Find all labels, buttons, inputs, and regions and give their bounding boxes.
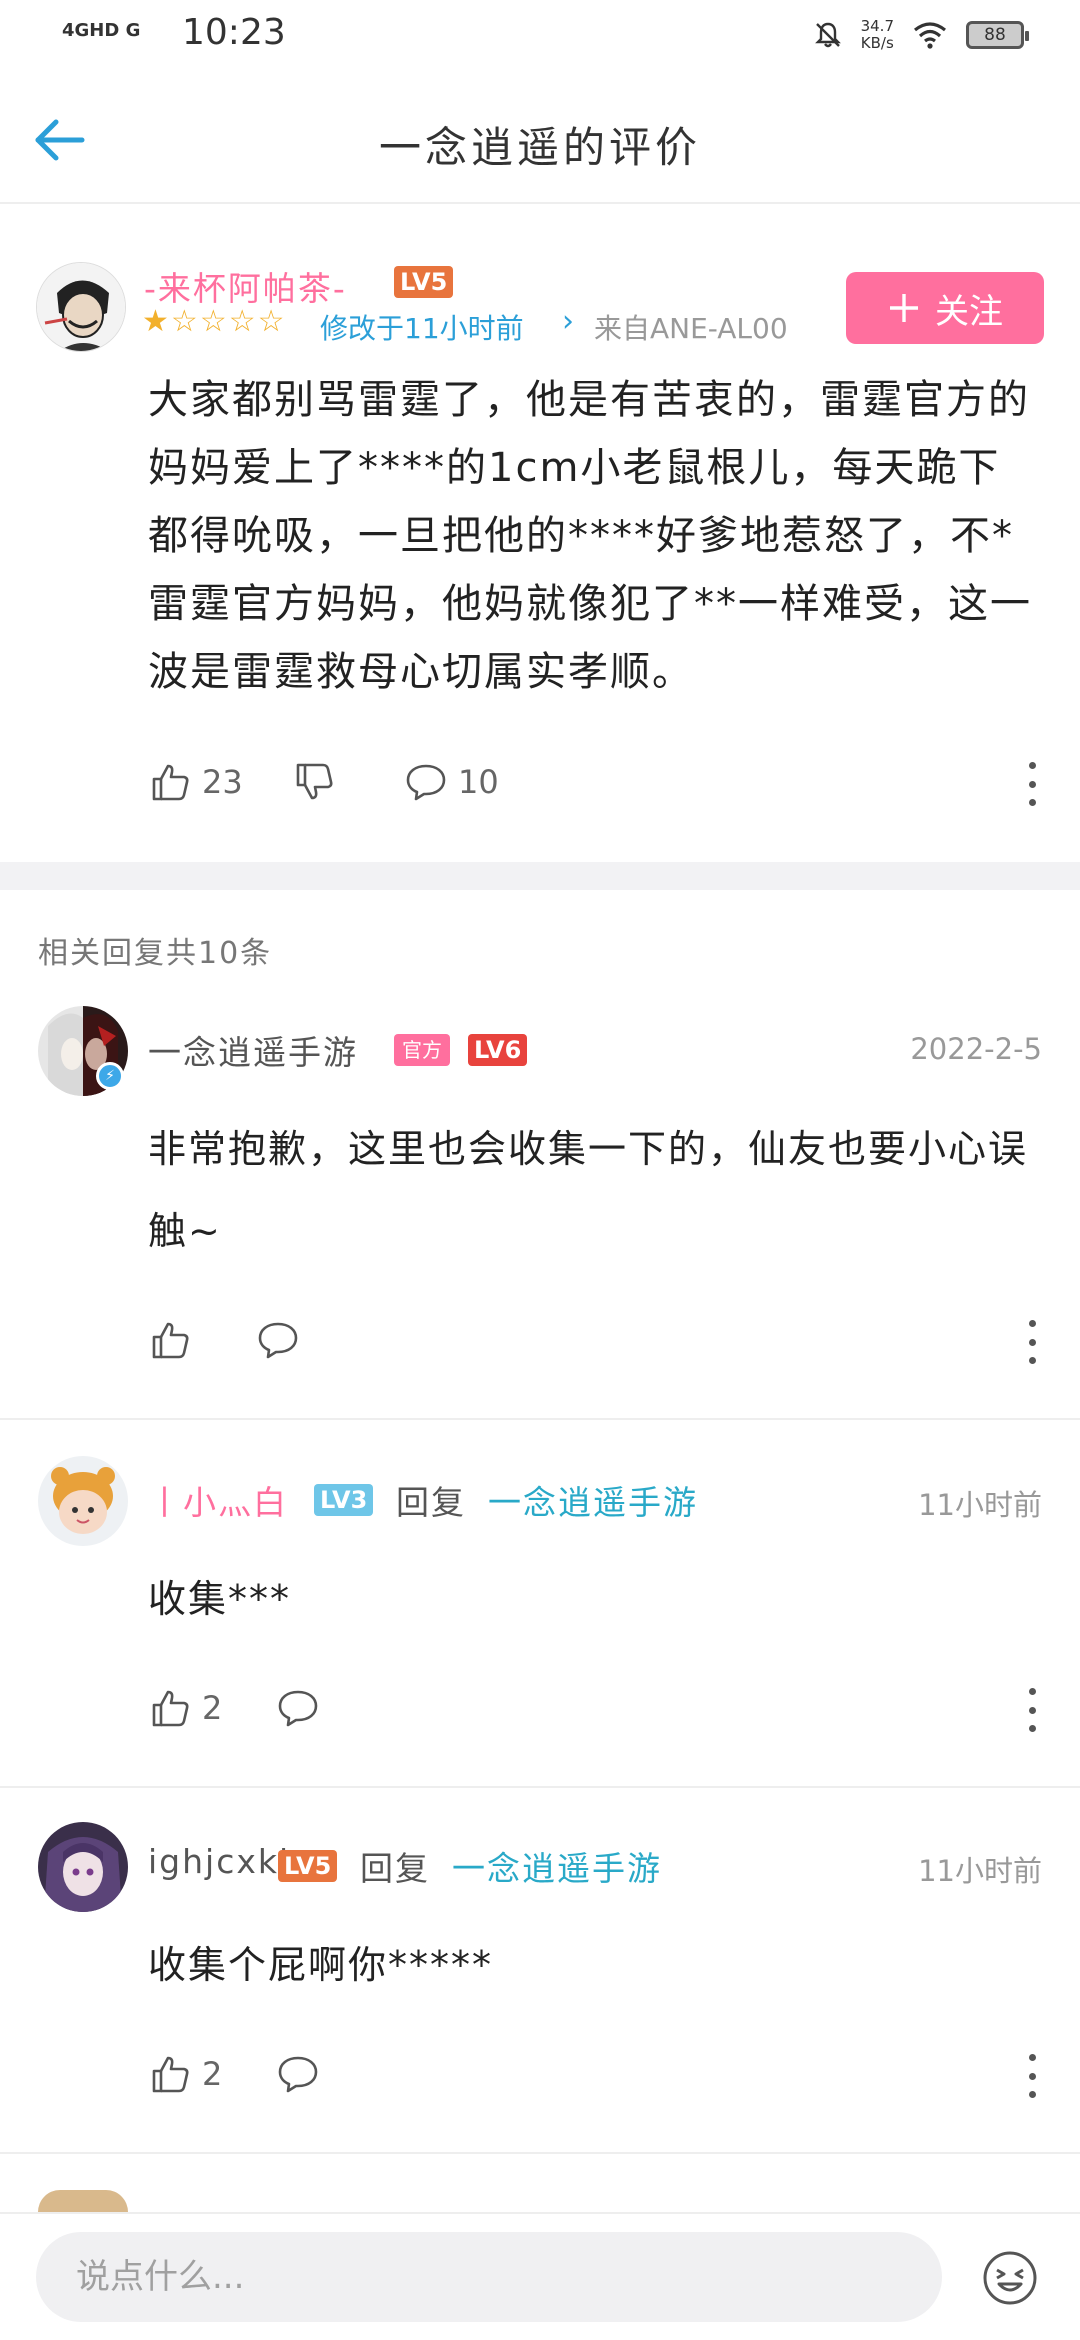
reply-comment-button[interactable] <box>276 2052 320 2096</box>
reply-text: 非常抱歉，这里也会收集一下的，仙友也要小心误触~ <box>148 1127 1029 1253</box>
avatar-image <box>37 263 125 351</box>
emoji-icon <box>983 2251 1037 2305</box>
reply-more-button[interactable] <box>1026 1320 1038 1364</box>
status-right: 34.7 KB/s 88 <box>813 17 1029 52</box>
reply-more-button[interactable] <box>1026 2054 1038 2098</box>
reply-target-name[interactable]: 一念逍遥手游 <box>488 1476 698 1524</box>
reply-level-badge: LV5 <box>278 1850 338 1882</box>
thumbs-up-icon <box>152 1322 189 1359</box>
reply-text: 收集个屁啊你***** <box>148 1943 494 1987</box>
plus-icon <box>890 294 918 322</box>
reply-like-button[interactable] <box>148 1318 202 1362</box>
reply-word: 回复 <box>396 1483 466 1522</box>
avatar-image <box>38 1822 128 1912</box>
reply-avatar[interactable] <box>38 1456 128 1546</box>
review-author-level-badge: LV5 <box>394 266 454 298</box>
reply-like-count: 2 <box>202 1689 223 1727</box>
reply-level-badge: LV3 <box>314 1484 374 1516</box>
replies-count-label: 相关回复共10条 <box>38 936 273 971</box>
reply-divider <box>0 1786 1080 1788</box>
star-empty-icon: ☆ <box>257 304 285 339</box>
reply-author-name[interactable]: 丨小灬白 <box>148 1476 288 1524</box>
reply-avatar[interactable] <box>38 1822 128 1912</box>
thumbs-up-icon <box>152 2056 189 2093</box>
follow-label: 关注 <box>935 291 1003 332</box>
reply-author-name[interactable]: ighjcxkl <box>148 1842 290 1881</box>
reply-like-count: 2 <box>202 2055 223 2093</box>
reply-like-button[interactable]: 2 <box>148 2052 222 2096</box>
review-modified-link[interactable]: 修改于11小时前 <box>320 307 524 347</box>
verified-badge-icon: ⚡ <box>96 1062 124 1090</box>
section-divider <box>0 862 1080 890</box>
reply-target-name[interactable]: 一念逍遥手游 <box>452 1842 662 1890</box>
review-author-name[interactable]: -来杯阿帕茶- <box>144 262 347 310</box>
reply-word: 回复 <box>360 1849 430 1888</box>
comment-bubble-icon <box>278 2056 318 2093</box>
star-empty-icon: ☆ <box>170 304 198 339</box>
reply-divider <box>0 2152 1080 2154</box>
wifi-icon <box>914 22 946 49</box>
thumbs-down-icon <box>296 763 333 800</box>
comment-bubble-icon <box>278 1690 318 1727</box>
review-comment-button[interactable]: 10 <box>404 760 499 804</box>
reply-comment-button[interactable] <box>256 1318 300 1362</box>
review-more-button[interactable] <box>1026 762 1038 806</box>
reply-like-button[interactable]: 2 <box>148 1686 222 1730</box>
thumbs-up-icon <box>152 1690 189 1727</box>
network-indicator: 4GHD G <box>62 20 141 41</box>
battery-indicator: 88 <box>966 21 1029 49</box>
mute-bell-icon <box>814 22 841 48</box>
review-like-count: 23 <box>202 763 243 801</box>
review-dislike-button[interactable] <box>292 760 336 804</box>
review-author-avatar[interactable] <box>36 262 126 352</box>
emoji-button[interactable] <box>982 2250 1038 2306</box>
reply-date: 11小时前 <box>918 1488 1042 1522</box>
status-time: 10:23 <box>182 12 286 53</box>
follow-button[interactable]: 关注 <box>846 272 1044 344</box>
reply-date: 2022-2-5 <box>910 1032 1042 1066</box>
reply-divider <box>0 1418 1080 1420</box>
reply-level-badge: LV6 <box>468 1034 528 1066</box>
star-filled-icon: ★ <box>142 304 169 339</box>
star-empty-icon: ☆ <box>199 304 227 339</box>
comment-input[interactable] <box>36 2232 942 2322</box>
review-device: 来自ANE-AL00 <box>594 312 788 345</box>
avatar-image <box>38 1456 128 1546</box>
review-like-button[interactable]: 23 <box>148 760 243 804</box>
comment-bar <box>0 2212 1080 2340</box>
reply-comment-button[interactable] <box>276 1686 320 1730</box>
comment-bubble-icon <box>258 1322 298 1359</box>
star-empty-icon: ☆ <box>228 304 256 339</box>
chevron-right-icon[interactable]: › <box>562 304 574 339</box>
rating-stars: ★ ☆ ☆ ☆ ☆ <box>142 306 285 338</box>
page-title: 一念逍遥的评价 <box>378 123 701 172</box>
reply-date: 11小时前 <box>918 1854 1042 1888</box>
header: 一念逍遥的评价 <box>0 78 1080 204</box>
official-tag: 官方 <box>394 1034 450 1066</box>
status-bar: 4GHD G 10:23 34.7 KB/s 88 <box>0 0 1080 78</box>
review-text: 大家都别骂雷霆了，他是有苦衷的，雷霆官方的妈妈爱上了****的1cm小老鼠根儿，… <box>148 377 1032 695</box>
reply-avatar[interactable] <box>38 2190 128 2212</box>
thumbs-up-icon <box>152 764 189 801</box>
reply-author-name[interactable]: 一念逍遥手游 <box>148 1026 358 1074</box>
network-speed: 34.7 KB/s <box>860 17 894 52</box>
reply-text: 收集*** <box>148 1577 292 1621</box>
comment-bubble-icon <box>406 764 446 801</box>
review-comment-count: 10 <box>458 763 499 801</box>
reply-more-button[interactable] <box>1026 1688 1038 1732</box>
